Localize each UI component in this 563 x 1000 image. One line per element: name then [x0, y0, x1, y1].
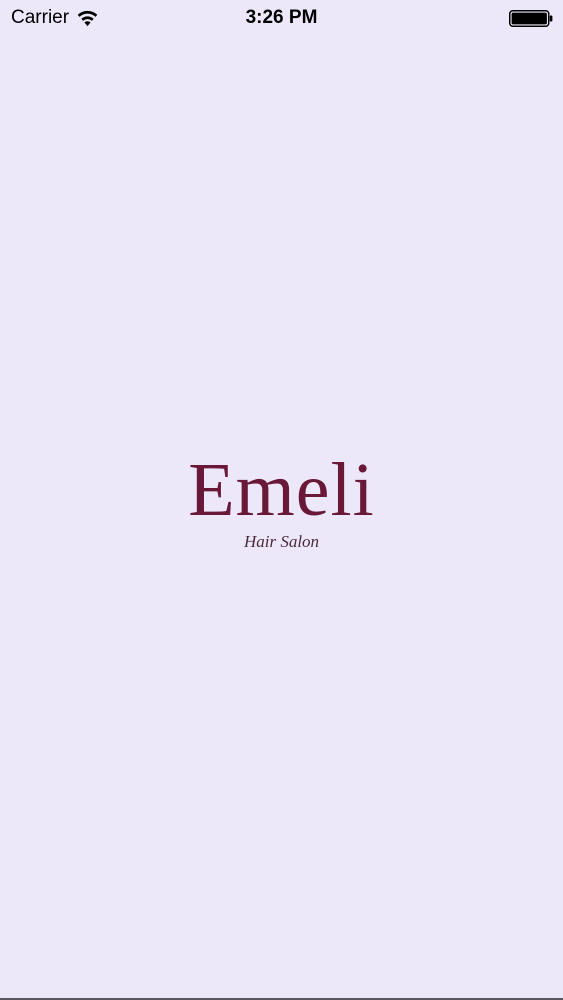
logo-wordmark: Emeli — [188, 448, 375, 532]
logo-tagline: Hair Salon — [243, 532, 320, 551]
battery-icon — [509, 10, 553, 27]
brand-logo: Emeli Hair Salon — [0, 452, 563, 552]
clock-time: 3:26 PM — [245, 7, 318, 28]
status-bar: Carrier 3:26 PM — [0, 0, 563, 38]
splash-screen: Carrier 3:26 PM Emeli Hair Salon — [0, 0, 563, 1000]
